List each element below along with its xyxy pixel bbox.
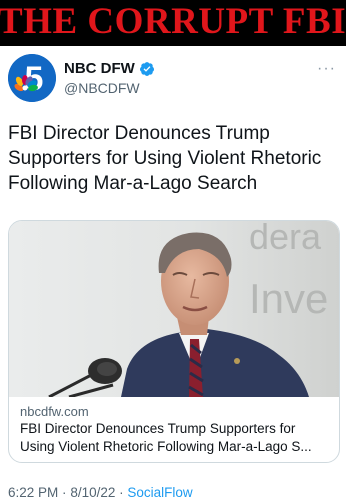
banner: THE CORRUPT FBI bbox=[0, 0, 346, 46]
card-domain[interactable]: nbcdfw.com bbox=[20, 404, 89, 419]
avatar[interactable]: 5 bbox=[8, 54, 56, 102]
verified-badge-icon bbox=[139, 61, 154, 76]
more-options-icon[interactable]: ··· bbox=[317, 60, 336, 78]
banner-text: THE CORRUPT FBI bbox=[0, 1, 346, 42]
nbc-5-logo-icon: 5 bbox=[8, 54, 56, 102]
tweet-header: 5 NBC DFW @NBCDFW ··· bbox=[0, 46, 346, 108]
account-name-row[interactable]: NBC DFW bbox=[64, 60, 155, 77]
card-image[interactable]: dera Inve bbox=[9, 221, 339, 397]
link-card[interactable]: dera Inve nbcdfw.com FBI Director Denoun… bbox=[8, 220, 340, 463]
account-handle[interactable]: @NBCDFW bbox=[64, 80, 140, 96]
tweet-time[interactable]: 6:22 PM bbox=[8, 485, 58, 500]
meta-separator: · bbox=[62, 485, 67, 500]
tweet-date[interactable]: 8/10/22 bbox=[70, 485, 115, 500]
tweet-source[interactable]: SocialFlow bbox=[127, 485, 192, 500]
tweet-text: FBI Director Denounces Trump Supporters … bbox=[8, 123, 322, 194]
wall-letters-top: dera bbox=[249, 221, 322, 257]
wall-letters-bottom: Inve bbox=[249, 275, 328, 322]
card-title[interactable]: FBI Director Denounces Trump Supporters … bbox=[20, 420, 332, 456]
meta-separator-2: · bbox=[119, 485, 124, 500]
account-name[interactable]: NBC DFW bbox=[64, 60, 135, 77]
tweet-meta: 6:22 PM · 8/10/22 · SocialFlow bbox=[8, 485, 193, 500]
